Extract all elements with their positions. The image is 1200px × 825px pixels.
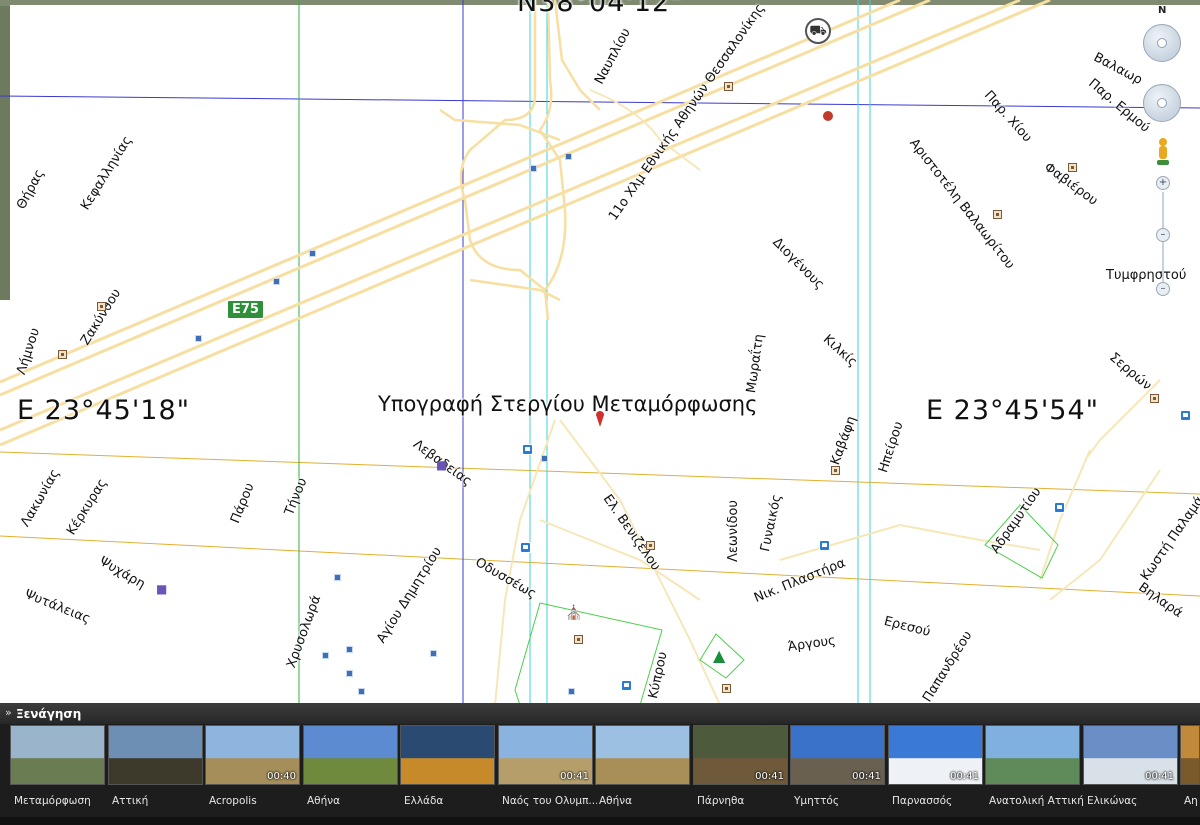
tour-item-label[interactable]: Ελικώνας [1087,795,1182,807]
tour-thumbnail[interactable] [985,725,1080,785]
photo-marker-icon[interactable] [358,688,365,695]
photo-marker-icon[interactable] [346,646,353,653]
highway-shield: E75 [227,300,264,319]
poi-marker[interactable] [1068,163,1077,172]
tour-thumbnail[interactable]: 00:41 [790,725,885,785]
map-base [10,5,1200,705]
hazard-marker-icon[interactable] [823,111,833,121]
photo-marker-icon[interactable] [541,455,548,462]
poi-marker[interactable] [722,684,731,693]
bus-stop-icon[interactable] [520,542,531,553]
tour-thumbnail[interactable] [108,725,203,785]
tour-thumbnail[interactable]: 00:41 [498,725,593,785]
tour-item-label[interactable]: Ελλάδα [404,795,499,807]
tour-thumbnail[interactable]: 00:41 [888,725,983,785]
place-title-label[interactable]: Υπογραφή Στεργίου Μεταμόρφωσης [378,392,757,416]
tour-header[interactable]: » Ξενάγηση [0,704,1200,724]
photo-marker-icon[interactable] [195,335,202,342]
tour-item-label[interactable]: Αθήνα [599,795,694,807]
hand-icon [1157,98,1167,108]
tour-thumbnail[interactable]: 00:40 [205,725,300,785]
map-view[interactable]: N38°04'12" E 23°45'18" E 23°45'54" Υπογρ… [0,0,1200,825]
right-coordinate-label: E 23°45'54" [926,395,1100,426]
bus-stop-icon[interactable] [621,680,632,691]
bus-stop-icon[interactable] [522,444,533,455]
tour-item-label[interactable]: Acropolis [209,795,304,807]
tour-item-label[interactable]: Αττική [112,795,207,807]
zoom-out-button[interactable]: – [1156,282,1170,296]
tour-item-label[interactable]: Ναός του Ολυμπ... [502,795,597,807]
poi-marker[interactable] [831,466,840,475]
poi-marker[interactable] [574,635,583,644]
photo-marker-icon[interactable] [565,153,572,160]
playground-icon[interactable]: ■ [156,582,167,596]
north-indicator[interactable]: N [1158,5,1166,16]
photo-marker-icon[interactable] [309,250,316,257]
tour-item-label[interactable]: Ανατολική Αττική [989,795,1084,807]
move-control[interactable] [1143,84,1181,122]
tour-item-label[interactable]: Παρνασσός [892,795,987,807]
tour-duration: 00:40 [267,771,296,782]
poi-marker[interactable] [993,210,1002,219]
photo-marker-icon[interactable] [530,165,537,172]
photo-marker-icon[interactable] [430,650,437,657]
photo-marker-icon[interactable] [273,278,280,285]
look-control[interactable] [1143,24,1181,62]
photo-marker-icon[interactable] [346,670,353,677]
photo-marker-icon[interactable] [334,574,341,581]
tour-thumbnail[interactable] [1180,725,1200,785]
placemark-pin-icon[interactable] [595,405,605,427]
tour-item-label[interactable]: Αη [1184,795,1200,807]
poi-marker[interactable] [724,82,733,91]
tour-thumbnail[interactable] [595,725,690,785]
tour-thumbnail[interactable]: 00:41 [1083,725,1178,785]
tour-thumbnail[interactable] [10,725,105,785]
car-icon[interactable]: ⛟ [805,18,831,44]
tour-thumbnail[interactable]: 00:41 [693,725,788,785]
bus-stop-icon[interactable] [1054,502,1065,513]
top-coordinate-label: N38°04'12" [517,0,684,18]
street-label: Λεωνίδου [726,500,741,562]
monument-icon[interactable]: ⛪ [565,605,582,621]
tour-duration: 00:41 [852,771,881,782]
bus-stop-icon[interactable] [1180,410,1191,421]
left-coordinate-label: E 23°45'18" [17,395,191,426]
tour-panel: » Ξενάγηση Μεταμόρφωση Αττική 00:40 Acropol… [0,703,1200,825]
poi-marker[interactable] [646,541,655,550]
tour-item-label[interactable]: Αθήνα [307,795,402,807]
tour-item-label[interactable]: Υμηττός [794,795,889,807]
bus-stop-icon[interactable] [819,540,830,551]
tour-duration: 00:41 [560,771,589,782]
photo-marker-icon[interactable] [322,652,329,659]
tour-item-label[interactable]: Μεταμόρφωση [14,795,109,807]
tour-item-label[interactable]: Πάρνηθα [697,795,792,807]
look-center-icon [1157,38,1167,48]
photo-marker-icon[interactable] [568,688,575,695]
tour-title: Ξενάγηση [16,707,82,721]
poi-marker[interactable] [1150,394,1159,403]
poi-marker[interactable] [58,350,67,359]
zoom-slider-handle[interactable]: – [1156,228,1170,242]
tour-duration: 00:41 [950,771,979,782]
pedestrian-icon[interactable]: ■ [436,458,447,472]
tree-icon[interactable]: ▲ [713,646,725,665]
tour-thumbnail[interactable] [400,725,495,785]
tour-duration: 00:41 [1145,771,1174,782]
tour-duration: 00:41 [755,771,784,782]
street-label: Τυμφρηστού [1106,268,1187,283]
zoom-in-button[interactable]: + [1156,176,1170,190]
tour-thumbnail[interactable] [303,725,398,785]
street-view-pegman-icon[interactable] [1156,137,1170,167]
collapse-chevron-icon[interactable]: » [5,706,12,719]
status-bar [0,817,1200,825]
poi-marker[interactable] [97,302,106,311]
